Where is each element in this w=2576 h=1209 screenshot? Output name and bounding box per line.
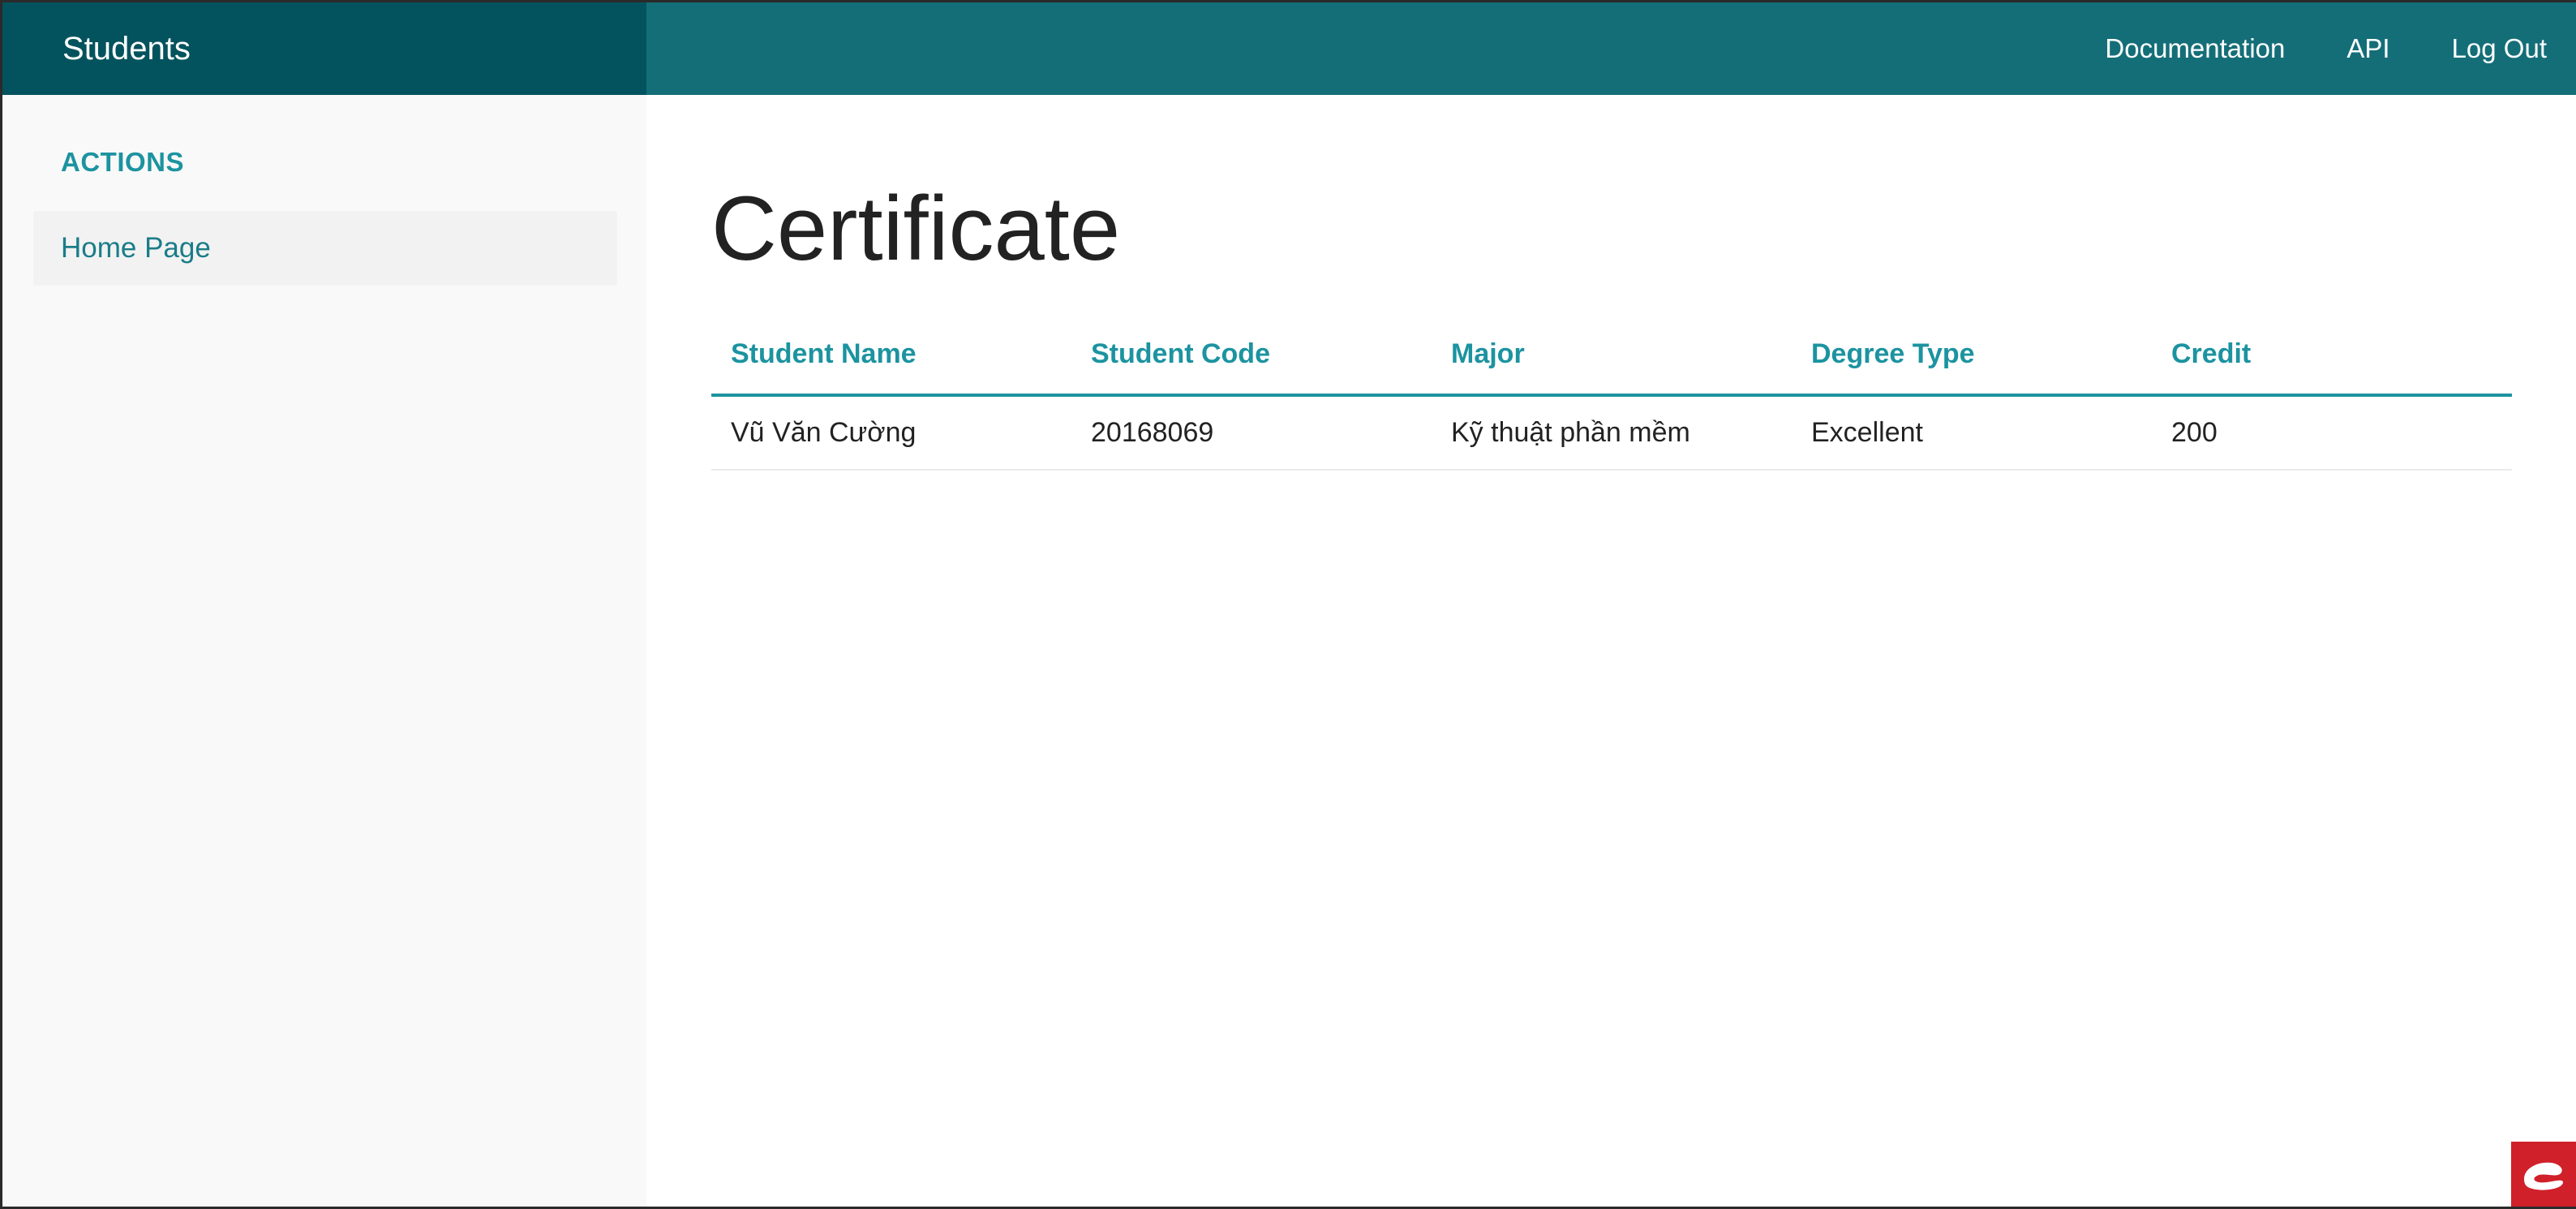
page-title: Certificate	[711, 178, 1121, 279]
column-header-student-code: Student Code	[1071, 314, 1432, 397]
app-logo-glyph	[2524, 1162, 2563, 1190]
cell-degree-type: Excellent	[1792, 395, 2152, 471]
nav-api-link[interactable]: API	[2346, 33, 2389, 64]
app-window: Students Documentation API Log Out ACTIO…	[0, 0, 2576, 1209]
cell-student-code: 20168069	[1071, 395, 1432, 471]
cell-major: Kỹ thuật phần mềm	[1432, 395, 1792, 471]
main-content: Certificate Student Name Student Code Ma…	[646, 95, 2576, 1207]
sidebar: ACTIONS Home Page	[2, 95, 646, 1207]
nav-logout-link[interactable]: Log Out	[2452, 33, 2547, 64]
cell-credit: 200	[2152, 395, 2512, 471]
sidebar-item-home-page[interactable]: Home Page	[33, 211, 617, 286]
column-header-credit: Credit	[2152, 314, 2512, 397]
brand-title[interactable]: Students	[2, 2, 646, 95]
app-logo-icon[interactable]	[2511, 1142, 2576, 1207]
top-nav-links: Documentation API Log Out	[2043, 2, 2547, 95]
table-row: Vũ Văn Cường 20168069 Kỹ thuật phần mềm …	[711, 395, 2512, 471]
column-header-student-name: Student Name	[711, 314, 1071, 397]
nav-documentation-link[interactable]: Documentation	[2105, 33, 2285, 64]
cell-student-name: Vũ Văn Cường	[711, 395, 1071, 471]
column-header-major: Major	[1432, 314, 1792, 397]
table-header-row: Student Name Student Code Major Degree T…	[711, 314, 2512, 397]
column-header-degree-type: Degree Type	[1792, 314, 2152, 397]
top-navbar: Students Documentation API Log Out	[2, 2, 2576, 95]
certificate-table: Student Name Student Code Major Degree T…	[711, 314, 2512, 471]
sidebar-heading: ACTIONS	[61, 147, 184, 177]
